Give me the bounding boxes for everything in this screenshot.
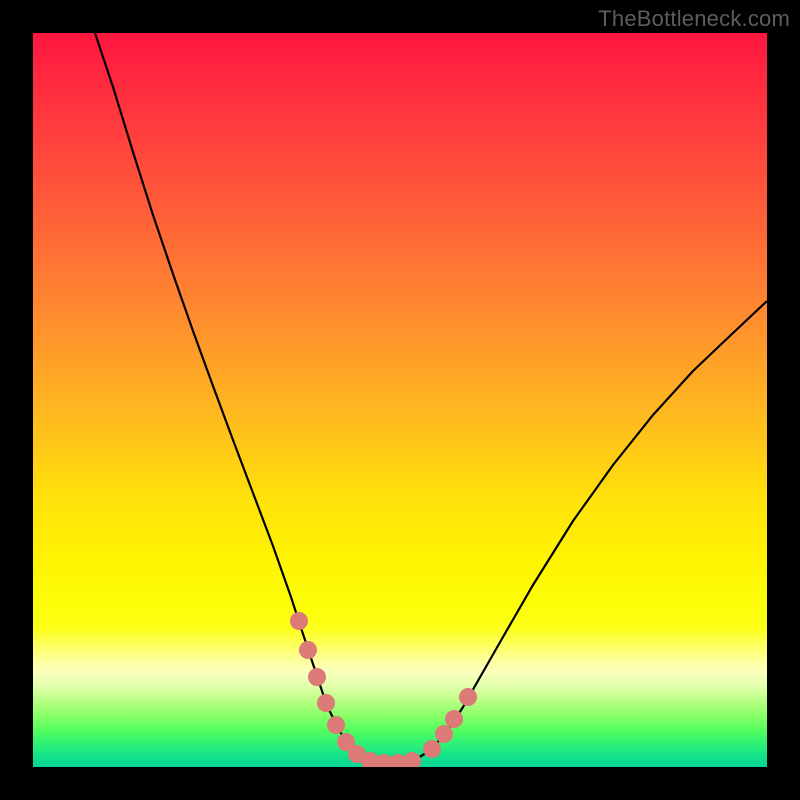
marker-dot bbox=[423, 740, 441, 758]
marker-dot bbox=[290, 612, 308, 630]
marker-dot bbox=[459, 688, 477, 706]
marker-dot bbox=[445, 710, 463, 728]
marker-group bbox=[290, 612, 477, 767]
chart-frame: TheBottleneck.com bbox=[0, 0, 800, 800]
watermark-text: TheBottleneck.com bbox=[598, 6, 790, 32]
marker-dot bbox=[435, 725, 453, 743]
marker-dot bbox=[317, 694, 335, 712]
marker-dot bbox=[327, 716, 345, 734]
plot-area bbox=[33, 33, 767, 767]
marker-dot bbox=[403, 752, 421, 767]
marker-dot bbox=[299, 641, 317, 659]
curve-path bbox=[95, 33, 767, 763]
marker-dot bbox=[308, 668, 326, 686]
bottleneck-curve bbox=[33, 33, 767, 767]
